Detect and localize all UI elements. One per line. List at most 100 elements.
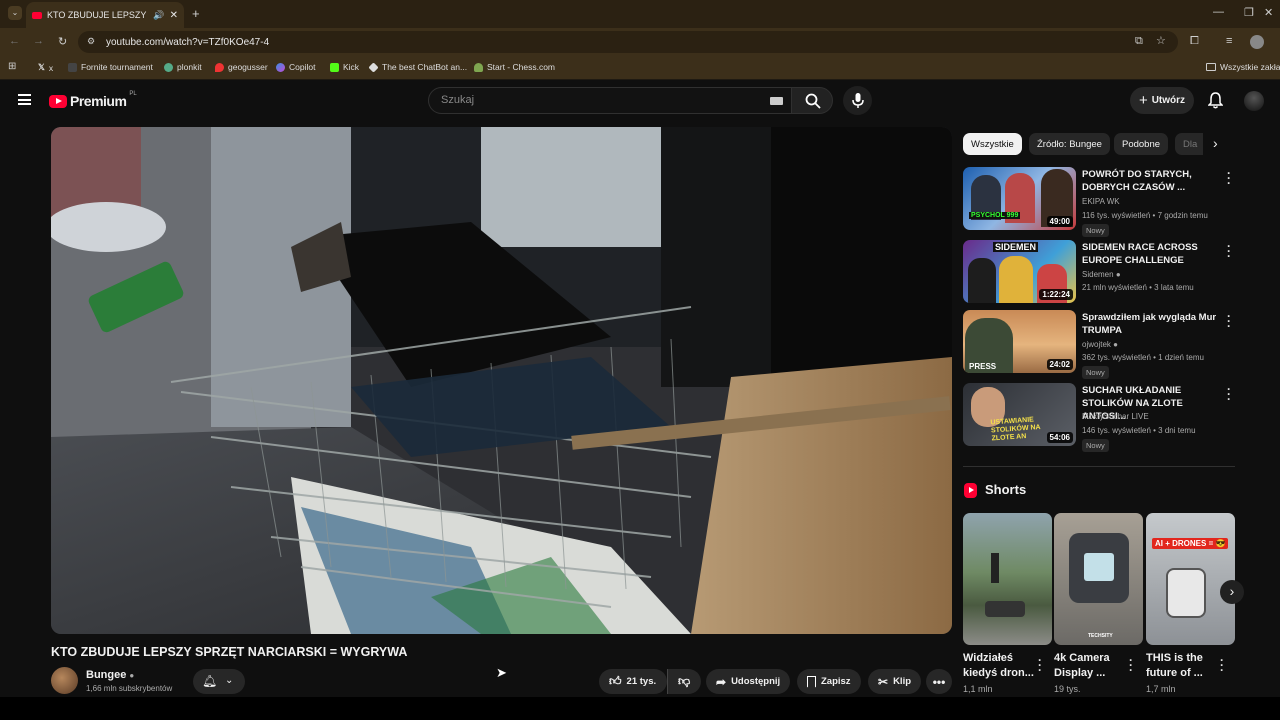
minimize-icon[interactable]: —: [1213, 6, 1224, 18]
more-vertical-icon[interactable]: · · ·: [1219, 654, 1225, 676]
youtube-logo[interactable]: Premium PL: [49, 91, 137, 109]
related-title[interactable]: Sprawdziłem jak wygląda Mur TRUMPA: [1082, 311, 1222, 337]
related-channel[interactable]: ojwojtek ●: [1082, 340, 1118, 349]
duration-badge: 1:22:24: [1039, 289, 1073, 300]
site-info-icon[interactable]: ⚙: [87, 36, 95, 47]
related-title[interactable]: POWRÓT DO STARYCH, DOBRYCH CZASÓW ...: [1082, 168, 1222, 194]
more-vertical-icon[interactable]: · · ·: [1226, 383, 1232, 405]
chevron-right-icon[interactable]: ›: [1213, 135, 1218, 151]
verified-icon: ●: [1115, 270, 1121, 279]
chip-similar[interactable]: Podobne: [1114, 133, 1169, 155]
search-input[interactable]: Szukaj: [428, 87, 792, 114]
new-badge: Nowy: [1082, 224, 1109, 237]
related-channel[interactable]: EKIPA WK: [1082, 197, 1120, 206]
related-meta: 21 mln wyświetleń • 3 lata temu: [1082, 283, 1194, 292]
bookmark-chess[interactable]: Start - Chess.com: [474, 62, 555, 72]
profile-avatar[interactable]: [1250, 35, 1264, 49]
like-count: 21 tys.: [626, 676, 657, 687]
thumb-person: [968, 258, 996, 303]
related-thumbnail[interactable]: USTAWIANIE STOLIKÓW NA ZLOTE AN 54:06: [963, 383, 1076, 446]
notifications-bell-icon[interactable]: [1208, 92, 1223, 109]
thumb-person: [999, 256, 1033, 303]
bell-icon: 🔔︎: [202, 674, 218, 688]
extensions-icon[interactable]: ⧠: [1190, 35, 1199, 48]
apps-grid-icon[interactable]: ⊞: [8, 61, 16, 72]
voice-search-button[interactable]: [843, 86, 872, 115]
more-vertical-icon[interactable]: · · ·: [1226, 167, 1232, 189]
short-title[interactable]: 4k Camera Display ...: [1054, 651, 1128, 681]
url-field[interactable]: ⚙ youtube.com/watch?v=TZf0KOe47-4: [78, 31, 1178, 53]
related-channel[interactable]: Sidemen ●: [1082, 270, 1121, 279]
all-bookmarks[interactable]: Wszystkie zakład: [1206, 62, 1280, 72]
plus-icon: +: [1138, 92, 1148, 109]
more-vertical-icon[interactable]: · · ·: [1226, 240, 1232, 262]
close-window-icon[interactable]: ✕: [1264, 6, 1273, 19]
browser-tab[interactable]: KTO ZBUDUJE LEPSZY SPRZ 🔊 ✕: [26, 2, 184, 28]
bookmark-copilot[interactable]: Copilot: [276, 62, 315, 72]
more-actions-button[interactable]: •••: [926, 669, 952, 694]
related-thumbnail[interactable]: PSYCHOL 999 49:00: [963, 167, 1076, 230]
bookmark-x[interactable]: 𝕏x: [38, 62, 53, 73]
like-button[interactable]: 👍︎ 21 tys.: [599, 669, 667, 694]
back-icon[interactable]: ←: [9, 35, 20, 47]
short-title[interactable]: THIS is the future of ...: [1146, 651, 1220, 681]
more-vertical-icon[interactable]: · · ·: [1226, 310, 1232, 332]
hamburger-menu-icon[interactable]: [18, 94, 31, 105]
thumb-drone: [985, 601, 1025, 617]
share-button[interactable]: ➦ Udostępnij: [706, 669, 791, 694]
video-player[interactable]: [51, 127, 952, 634]
speaker-icon: 🔊: [153, 9, 165, 20]
create-button[interactable]: + Utwórz: [1130, 87, 1194, 114]
new-tab-icon[interactable]: +: [192, 6, 200, 21]
map-pin-icon: [215, 62, 224, 72]
short-title[interactable]: Widziałeś kiedyś dron...: [963, 651, 1037, 681]
bookmark-star-icon[interactable]: ☆: [1156, 34, 1166, 47]
shorts-next-button[interactable]: ›: [1220, 580, 1244, 604]
clip-button[interactable]: ✂ Klip: [868, 669, 922, 694]
microphone-icon: [851, 92, 864, 108]
youtube-play-icon: [49, 94, 67, 108]
logo-text: Premium: [70, 93, 127, 109]
maximize-icon[interactable]: ❐: [1244, 6, 1254, 19]
bookmark-geogusser[interactable]: geogusser: [215, 62, 268, 72]
copilot-icon: [276, 62, 285, 72]
more-vertical-icon[interactable]: · · ·: [1128, 654, 1134, 676]
x-icon: 𝕏: [38, 62, 45, 72]
bookmark-kick[interactable]: Kick: [330, 62, 359, 72]
dislike-button[interactable]: 👎︎: [667, 669, 701, 694]
chip-source[interactable]: Źródło: Bungee: [1029, 133, 1110, 155]
thumb-text: AI + DRONES = 😎: [1152, 538, 1229, 549]
bookmark-fornite[interactable]: Fornite tournament: [68, 62, 153, 72]
account-avatar[interactable]: [1244, 91, 1264, 111]
tab-list-icon[interactable]: ⌄: [8, 6, 22, 20]
more-vertical-icon[interactable]: · · ·: [1037, 654, 1043, 676]
short-thumbnail[interactable]: [963, 513, 1052, 645]
chip-all[interactable]: Wszystkie: [963, 133, 1022, 155]
address-bar-row: ← → ↻ ⚙ youtube.com/watch?v=TZf0KOe47-4 …: [0, 28, 1280, 56]
bookmark-chatbot[interactable]: The best ChatBot an...: [368, 61, 467, 73]
bookmark-icon: [68, 62, 77, 72]
bookmark-plonkit[interactable]: plonkit: [164, 62, 202, 72]
short-thumbnail[interactable]: TECHSITY: [1054, 513, 1143, 645]
tab-title: KTO ZBUDUJE LEPSZY SPRZ: [47, 10, 148, 20]
short-thumbnail[interactable]: AI + DRONES = 😎: [1146, 513, 1235, 645]
subscriber-count: 1,66 mln subskrybentów: [86, 684, 173, 693]
related-title[interactable]: SIDEMEN RACE ACROSS EUROPE CHALLENGE: [1082, 241, 1222, 267]
chip-for-you[interactable]: Dla: [1175, 133, 1203, 155]
related-channel[interactable]: MokrySuchar LIVE: [1082, 412, 1149, 421]
reload-icon[interactable]: ↻: [58, 35, 67, 48]
related-thumbnail[interactable]: SIDEMEN 1:22:24: [963, 240, 1076, 303]
thumb-text: PRESS: [969, 362, 997, 371]
tab-close-icon[interactable]: ✕: [170, 10, 178, 21]
media-icon[interactable]: ≡: [1226, 35, 1232, 47]
channel-name[interactable]: Bungee ●: [86, 669, 134, 681]
search-button[interactable]: [791, 87, 833, 114]
forward-icon[interactable]: →: [33, 35, 44, 47]
keyboard-icon[interactable]: [770, 97, 783, 105]
related-thumbnail[interactable]: PRESS 24:02: [963, 310, 1076, 373]
channel-avatar[interactable]: [51, 667, 78, 694]
save-button[interactable]: Zapisz: [797, 669, 861, 694]
divider: [963, 466, 1235, 467]
subscription-bell-button[interactable]: 🔔︎ ⌄: [193, 669, 245, 694]
install-icon[interactable]: ⧉: [1135, 35, 1143, 48]
